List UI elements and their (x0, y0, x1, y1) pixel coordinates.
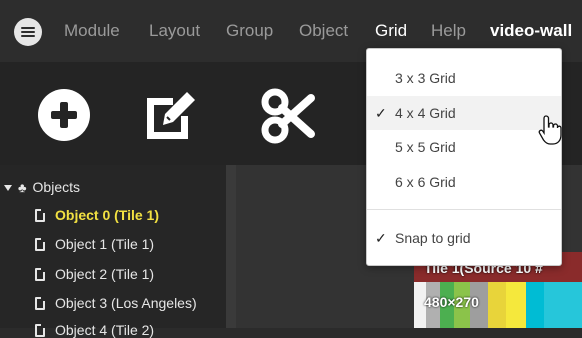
tile-resolution: 480×270 (424, 294, 479, 310)
grid-option-4x4[interactable]: ✓ 4 x 4 Grid (367, 96, 561, 130)
grid-option-label: 3 x 3 Grid (395, 70, 456, 86)
tree-item-label: Object 3 (Los Angeles) (55, 295, 197, 311)
grid-dropdown-menu: 3 x 3 Grid ✓ 4 x 4 Grid 5 x 5 Grid 6 x 6… (366, 48, 562, 266)
checkmark-icon: ✓ (375, 105, 387, 121)
document-icon (35, 209, 45, 222)
tree-item-object-1[interactable]: Object 1 (Tile 1) (35, 236, 154, 252)
color-bar (526, 282, 544, 328)
tree-item-object-4[interactable]: Object 4 (Tile 2) (35, 322, 154, 338)
grid-option-label: 5 x 5 Grid (395, 139, 456, 155)
tree-item-object-3[interactable]: Object 3 (Los Angeles) (35, 295, 197, 311)
snap-to-grid-label: Snap to grid (395, 230, 471, 246)
color-bar (488, 282, 506, 328)
document-icon (35, 324, 45, 337)
menu-module[interactable]: Module (64, 21, 120, 41)
menu-object[interactable]: Object (299, 21, 348, 41)
menu-divider (367, 209, 561, 210)
menu-grid[interactable]: Grid (375, 21, 407, 41)
snap-to-grid-toggle[interactable]: ✓ Snap to grid (367, 221, 561, 255)
tree-item-label: Object 0 (Tile 1) (55, 207, 159, 223)
tree-item-label: Object 1 (Tile 1) (55, 236, 155, 252)
objects-group-icon: ♣ (18, 180, 27, 195)
add-circle-icon (38, 89, 90, 141)
hand-cursor-icon (538, 115, 562, 145)
cut-button[interactable] (253, 80, 323, 150)
document-icon (35, 297, 45, 310)
tree-item-object-0[interactable]: Object 0 (Tile 1) (35, 207, 159, 223)
edit-button[interactable] (135, 80, 205, 150)
edit-icon (147, 92, 195, 139)
hamburger-menu-button[interactable] (14, 18, 42, 46)
scissors-icon (261, 88, 315, 144)
tree-item-object-2[interactable]: Object 2 (Tile 1) (35, 266, 154, 282)
menu-layout[interactable]: Layout (149, 21, 200, 41)
tree-root-objects[interactable]: ♣ Objects (4, 179, 80, 195)
panel-splitter[interactable] (226, 165, 236, 328)
grid-option-label: 6 x 6 Grid (395, 174, 456, 190)
document-icon (35, 238, 45, 251)
color-bar (506, 282, 526, 328)
menu-group[interactable]: Group (226, 21, 273, 41)
app-title: video-wall (490, 21, 573, 40)
chevron-down-icon[interactable] (4, 185, 12, 192)
tree-item-label: Object 4 (Tile 2) (55, 322, 155, 338)
add-button[interactable] (29, 80, 99, 150)
grid-option-label: 4 x 4 Grid (395, 105, 456, 121)
menu-help[interactable]: Help (431, 21, 466, 41)
checkmark-icon: ✓ (375, 230, 387, 246)
document-icon (35, 268, 45, 281)
grid-option-5x5[interactable]: 5 x 5 Grid (367, 130, 561, 164)
grid-option-6x6[interactable]: 6 x 6 Grid (367, 165, 561, 199)
grid-option-3x3[interactable]: 3 x 3 Grid (367, 61, 561, 95)
tree-item-label: Object 2 (Tile 1) (55, 266, 155, 282)
color-bar (544, 282, 582, 328)
tree-root-label: Objects (32, 179, 80, 195)
